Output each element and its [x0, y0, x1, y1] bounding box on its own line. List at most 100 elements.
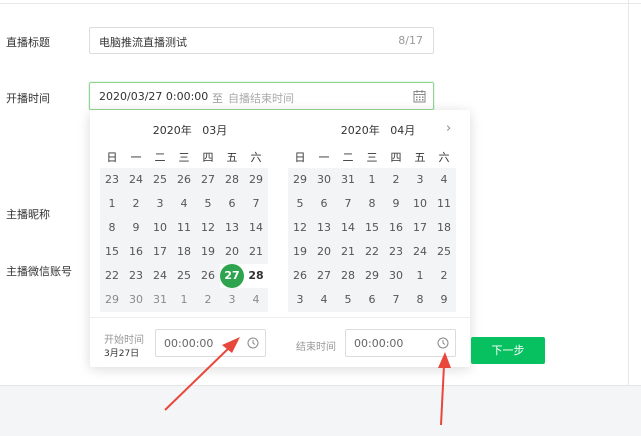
- calendar-day[interactable]: 1: [100, 192, 124, 216]
- end-time-input[interactable]: 00:00:00: [345, 329, 456, 357]
- calendar-day[interactable]: 20: [220, 240, 244, 264]
- calendar-day[interactable]: 22: [100, 264, 124, 288]
- clock-icon[interactable]: [437, 337, 449, 349]
- calendar-day[interactable]: 4: [432, 168, 456, 192]
- calendar-day[interactable]: 31: [336, 168, 360, 192]
- calendar-day[interactable]: 2: [432, 264, 456, 288]
- calendar-day[interactable]: 7: [336, 192, 360, 216]
- start-time-input[interactable]: 00:00:00: [155, 329, 266, 357]
- calendar-day[interactable]: 2: [124, 192, 148, 216]
- calendar-day[interactable]: 16: [124, 240, 148, 264]
- calendar-day[interactable]: 25: [148, 168, 172, 192]
- calendar-day[interactable]: 13: [312, 216, 336, 240]
- calendar-day[interactable]: 28: [244, 264, 268, 288]
- start-time-value[interactable]: 2020/03/27 0:00:00: [99, 90, 208, 103]
- weekday-header: 六: [250, 151, 262, 164]
- calendar-day[interactable]: 2: [384, 168, 408, 192]
- calendar-day[interactable]: 7: [384, 288, 408, 312]
- calendar-day[interactable]: 5: [196, 192, 220, 216]
- calendar-day[interactable]: 24: [148, 264, 172, 288]
- calendar-day[interactable]: 3: [220, 288, 244, 312]
- calendar-day[interactable]: 10: [408, 192, 432, 216]
- calendar-day[interactable]: 6: [220, 192, 244, 216]
- calendar-day[interactable]: 19: [288, 240, 312, 264]
- calendar-day[interactable]: 14: [244, 216, 268, 240]
- calendar-day[interactable]: 26: [288, 264, 312, 288]
- calendar-day[interactable]: 30: [124, 288, 148, 312]
- calendar-day[interactable]: 19: [196, 240, 220, 264]
- calendar-day-selected[interactable]: 27: [220, 264, 244, 288]
- end-time-label: 结束时间: [296, 342, 336, 353]
- calendar-day[interactable]: 22: [360, 240, 384, 264]
- calendar-day[interactable]: 15: [360, 216, 384, 240]
- calendar-day[interactable]: 3: [288, 288, 312, 312]
- calendar-day[interactable]: 18: [172, 240, 196, 264]
- calendar-day[interactable]: 6: [312, 192, 336, 216]
- calendar-day[interactable]: 23: [100, 168, 124, 192]
- calendar-day[interactable]: 1: [172, 288, 196, 312]
- calendar-day[interactable]: 3: [408, 168, 432, 192]
- calendar-day[interactable]: 18: [432, 216, 456, 240]
- calendar-day[interactable]: 29: [244, 168, 268, 192]
- calendar-day[interactable]: 26: [196, 264, 220, 288]
- title-input[interactable]: 电脑推流直播测试 8/17: [89, 27, 434, 54]
- calendar-icon[interactable]: [413, 89, 426, 103]
- calendar-day[interactable]: 9: [384, 192, 408, 216]
- calendar-day[interactable]: 10: [148, 216, 172, 240]
- calendar-day[interactable]: 1: [360, 168, 384, 192]
- time-range-input[interactable]: 2020/03/27 0:00:00 至 自播结束时间: [89, 82, 434, 110]
- calendar-day[interactable]: 28: [336, 264, 360, 288]
- calendar-day[interactable]: 2: [196, 288, 220, 312]
- calendar-day[interactable]: 4: [172, 192, 196, 216]
- wechat-label: 主播微信账号: [6, 265, 72, 278]
- calendar-day[interactable]: 4: [244, 288, 268, 312]
- calendar-day[interactable]: 3: [148, 192, 172, 216]
- calendar-day[interactable]: 11: [172, 216, 196, 240]
- calendar-day[interactable]: 5: [336, 288, 360, 312]
- calendar-day[interactable]: 21: [336, 240, 360, 264]
- calendar-day[interactable]: 17: [148, 240, 172, 264]
- calendar-day[interactable]: 25: [432, 240, 456, 264]
- calendar-day[interactable]: 26: [172, 168, 196, 192]
- calendar-day[interactable]: 13: [220, 216, 244, 240]
- next-step-button[interactable]: 下一步: [471, 337, 545, 364]
- calendar-day[interactable]: 29: [360, 264, 384, 288]
- calendar-day[interactable]: 14: [336, 216, 360, 240]
- calendar-day[interactable]: 31: [148, 288, 172, 312]
- calendar-header-right: 2020年 04月: [340, 124, 416, 137]
- calendar-day[interactable]: 11: [432, 192, 456, 216]
- calendar-day[interactable]: 27: [196, 168, 220, 192]
- calendar-day[interactable]: 23: [124, 264, 148, 288]
- calendar-day[interactable]: 29: [100, 288, 124, 312]
- calendar-day[interactable]: 16: [384, 216, 408, 240]
- calendar-day[interactable]: 9: [124, 216, 148, 240]
- calendar-day[interactable]: 17: [408, 216, 432, 240]
- chevron-right-icon[interactable]: ›: [446, 121, 451, 136]
- calendar-day[interactable]: 7: [244, 192, 268, 216]
- calendar-day[interactable]: 24: [124, 168, 148, 192]
- calendar-day[interactable]: 12: [288, 216, 312, 240]
- end-time-placeholder[interactable]: 自播结束时间: [228, 90, 294, 106]
- calendar-day[interactable]: 29: [288, 168, 312, 192]
- calendar-day[interactable]: 21: [244, 240, 268, 264]
- calendar-day[interactable]: 8: [100, 216, 124, 240]
- calendar-day[interactable]: 12: [196, 216, 220, 240]
- calendar-day[interactable]: 27: [312, 264, 336, 288]
- calendar-day[interactable]: 20: [312, 240, 336, 264]
- calendar-day[interactable]: 23: [384, 240, 408, 264]
- weekday-header: 一: [130, 151, 142, 164]
- calendar-day[interactable]: 9: [432, 288, 456, 312]
- calendar-day[interactable]: 6: [360, 288, 384, 312]
- clock-icon[interactable]: [247, 337, 259, 349]
- calendar-day[interactable]: 5: [288, 192, 312, 216]
- calendar-day[interactable]: 30: [312, 168, 336, 192]
- calendar-day[interactable]: 8: [360, 192, 384, 216]
- calendar-day[interactable]: 8: [408, 288, 432, 312]
- calendar-day[interactable]: 4: [312, 288, 336, 312]
- calendar-day[interactable]: 1: [408, 264, 432, 288]
- calendar-day[interactable]: 25: [172, 264, 196, 288]
- calendar-day[interactable]: 28: [220, 168, 244, 192]
- calendar-day[interactable]: 24: [408, 240, 432, 264]
- calendar-day[interactable]: 30: [384, 264, 408, 288]
- calendar-day[interactable]: 15: [100, 240, 124, 264]
